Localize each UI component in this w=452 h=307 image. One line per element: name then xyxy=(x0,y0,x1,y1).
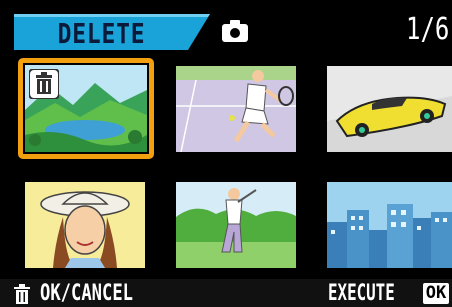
mode-label: DELETE xyxy=(57,17,146,50)
ok-cancel-hint[interactable]: OK/CANCEL xyxy=(40,281,133,306)
camera-icon xyxy=(222,20,248,42)
thumbnail-golfer[interactable] xyxy=(176,182,296,268)
thumbnail-woman-hat[interactable] xyxy=(25,182,145,268)
camera-delete-screen: DELETE 1/6 OK/CANCEL EXECUTE OK xyxy=(0,0,452,307)
thumbnail-sports-car[interactable] xyxy=(327,66,452,152)
trash-icon xyxy=(29,69,59,99)
thumbnail-city-skyline[interactable] xyxy=(327,182,452,268)
mode-tab: DELETE xyxy=(14,14,210,50)
trash-icon xyxy=(14,284,30,304)
ok-button-badge[interactable]: OK xyxy=(423,283,449,304)
execute-hint[interactable]: EXECUTE xyxy=(328,281,395,306)
thumbnail-tennis-player[interactable] xyxy=(176,66,296,152)
page-counter: 1/6 xyxy=(406,12,450,47)
